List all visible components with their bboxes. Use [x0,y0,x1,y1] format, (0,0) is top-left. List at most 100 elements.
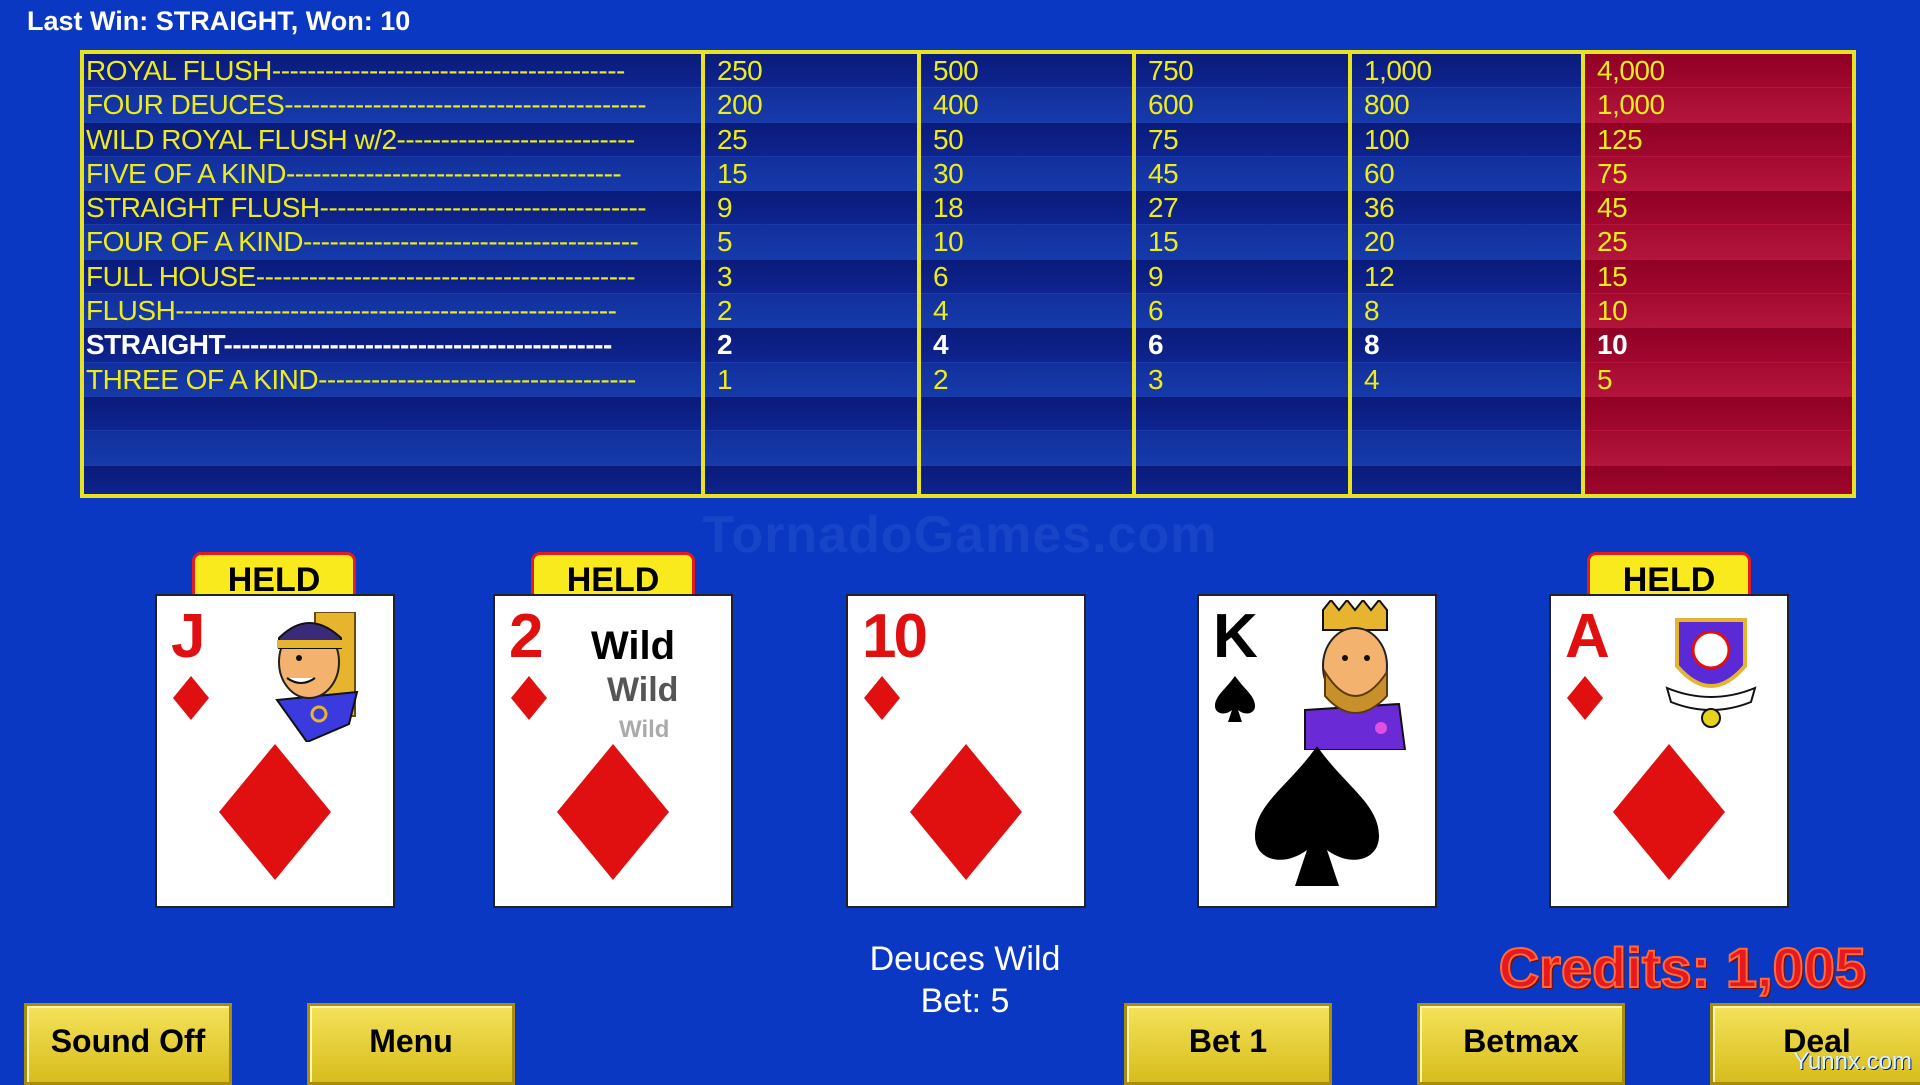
spade-icon [1215,676,1255,722]
payout-value: 25 [717,123,748,155]
hand-name: STRAIGHT FLUSH--------------------------… [86,192,647,224]
paytable-bet-2-column: 500 400 50 30 18 10 6 4 4 2 [917,54,1132,494]
payout-value: 6 [1148,329,1164,361]
card-5[interactable]: A [1549,594,1789,908]
card-3[interactable]: 10 [846,594,1086,908]
payout-value: 2 [933,363,949,395]
payout-value: 2 [717,295,733,327]
payout-value: 4 [933,329,949,361]
diamond-icon [1613,744,1725,880]
payout-value: 600 [1148,89,1194,121]
payout-value: 15 [717,157,748,189]
payout-value: 30 [933,157,964,189]
payout-value: 500 [933,55,979,86]
payout-value: 750 [1148,55,1194,86]
payout-value: 1,000 [1597,89,1665,121]
hand-name: FOUR DEUCES-----------------------------… [86,89,647,121]
payout-value: 27 [1148,192,1179,224]
payout-value: 75 [1148,123,1179,155]
corner-watermark: Yunnx.com [1793,1048,1912,1075]
payout-value: 125 [1597,123,1643,155]
payout-value: 5 [717,226,733,258]
bet-one-button[interactable]: Bet 1 [1124,1003,1332,1085]
diamond-icon [557,744,669,880]
payout-value: 6 [1148,295,1164,327]
diamond-icon [219,744,331,880]
payout-value: 1,000 [1364,55,1432,86]
payout-value: 12 [1364,260,1395,292]
card-2[interactable]: 2 Wild Wild Wild [493,594,733,908]
payout-value: 200 [717,89,763,121]
payout-value: 2 [717,329,733,361]
payout-value: 5 [1597,363,1613,395]
sound-toggle-button[interactable]: Sound Off [24,1003,232,1085]
menu-button[interactable]: Menu [307,1003,515,1085]
payout-value: 15 [1597,260,1628,292]
spade-icon [1255,746,1379,886]
payout-value: 3 [1148,363,1164,395]
payout-value: 6 [933,260,949,292]
jack-face-icon [275,612,359,742]
wild-text: Wild [607,671,679,709]
payout-value: 60 [1364,157,1395,189]
hand-name: ROYAL FLUSH-----------------------------… [86,55,625,86]
payout-value: 3 [717,260,733,292]
card-rank: K [1213,602,1258,671]
payout-value: 100 [1364,123,1410,155]
payout-value: 45 [1597,192,1628,224]
wild-text: Wild [619,716,670,743]
paytable-hands-column: ROYAL FLUSH-----------------------------… [84,54,701,494]
diamond-icon [511,676,547,720]
payout-value: 8 [1364,295,1380,327]
diamond-icon [173,676,209,720]
diamond-icon [864,676,900,720]
hand-name: FULL HOUSE------------------------------… [86,260,636,292]
king-face-icon [1304,600,1407,750]
payout-value: 9 [1148,260,1164,292]
paytable-bet-3-column: 750 600 75 45 27 15 9 6 6 3 [1132,54,1348,494]
payout-value: 400 [933,89,979,121]
paytable: ROYAL FLUSH-----------------------------… [80,50,1856,498]
payout-value: 4 [1364,363,1380,395]
paytable-bet-5-column: 4,000 1,000 125 75 45 25 15 10 10 5 [1581,54,1852,494]
last-win-status: Last Win: STRAIGHT, Won: 10 [27,6,411,36]
wild-text: Wild [591,624,676,668]
payout-value: 250 [717,55,763,86]
hand-name: FLUSH-----------------------------------… [86,295,617,327]
payout-value: 20 [1364,226,1395,258]
payout-value: 4 [933,295,949,327]
card-rank: A [1565,602,1610,671]
hand-name: THREE OF A KIND-------------------------… [86,363,636,395]
betmax-button[interactable]: Betmax [1417,1003,1625,1085]
payout-value: 18 [933,192,964,224]
card-rank: 2 [509,602,544,671]
payout-value: 10 [1597,329,1628,361]
payout-value: 45 [1148,157,1179,189]
card-rank: 10 [862,602,928,671]
payout-value: 15 [1148,226,1179,258]
card-1[interactable]: J [155,594,395,908]
hand-name: FOUR OF A KIND--------------------------… [86,226,639,258]
hand-name: FIVE OF A KIND--------------------------… [86,157,622,189]
credits-display: Credits: 1,005 [1498,935,1867,1000]
payout-value: 25 [1597,226,1628,258]
payout-value: 1 [717,363,733,395]
hand-name: WILD ROYAL FLUSH w/2--------------------… [86,123,635,155]
ace-crest-icon [1665,618,1757,728]
payout-value: 10 [933,226,964,258]
diamond-icon [1567,676,1603,720]
card-rank: J [171,602,206,671]
payout-value: 36 [1364,192,1395,224]
payout-value: 4,000 [1597,55,1665,86]
payout-value: 50 [933,123,964,155]
payout-value: 800 [1364,89,1410,121]
paytable-bet-4-column: 1,000 800 100 60 36 20 12 8 8 4 [1348,54,1581,494]
payout-value: 10 [1597,295,1628,327]
hand-name: STRAIGHT--------------------------------… [86,329,612,361]
payout-value: 75 [1597,157,1628,189]
diamond-icon [910,744,1022,880]
paytable-bet-1-column: 250 200 25 15 9 5 3 2 2 1 [701,54,917,494]
payout-value: 8 [1364,329,1380,361]
payout-value: 9 [717,192,733,224]
card-4[interactable]: K [1197,594,1437,908]
